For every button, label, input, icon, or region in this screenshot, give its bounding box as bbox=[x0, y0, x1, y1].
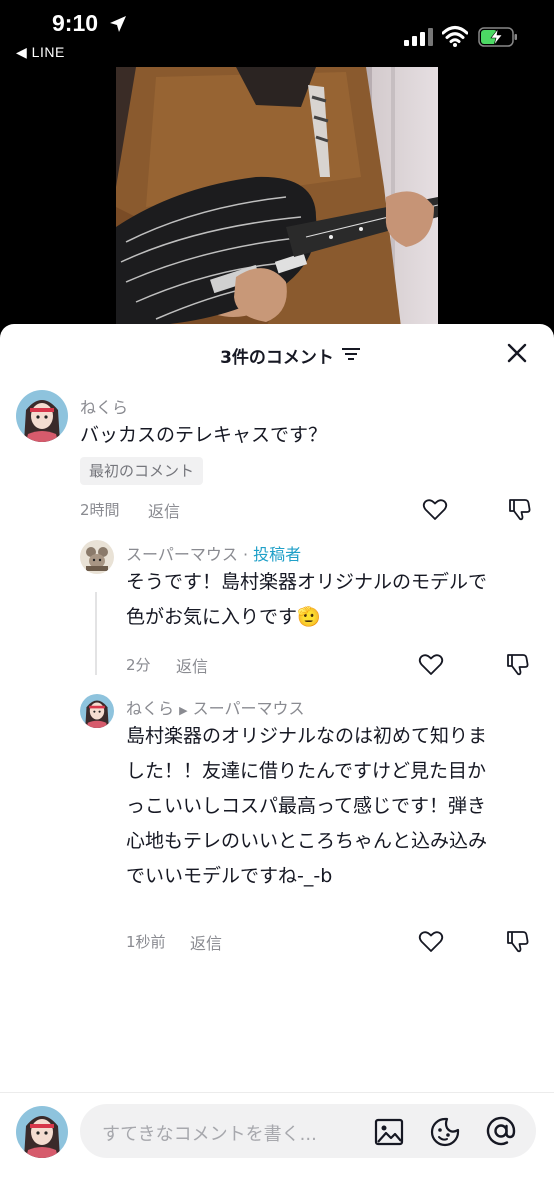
comment-text-line: 島村楽器のオリジナルなのは初めて知りま bbox=[126, 725, 488, 747]
reply-arrow-icon: ▶ bbox=[179, 704, 188, 717]
close-icon[interactable] bbox=[506, 342, 528, 364]
reply-button[interactable]: 返信 bbox=[176, 653, 208, 677]
comment-username[interactable]: ねくら bbox=[126, 699, 174, 718]
comment-username-line: スーパーマウス · 投稿者 bbox=[126, 541, 301, 565]
comment-text-line: 色がお気に入りです🫡 bbox=[126, 606, 321, 628]
reply-to-username[interactable]: スーパーマウス bbox=[193, 699, 305, 718]
back-to-line-link[interactable]: ◀ LINE bbox=[16, 44, 65, 61]
name-separator: · bbox=[242, 545, 249, 564]
reply-button[interactable]: 返信 bbox=[190, 930, 222, 954]
image-icon[interactable] bbox=[374, 1117, 404, 1147]
comment-timestamp: 2分 bbox=[126, 656, 151, 674]
comment-input[interactable]: すてきなコメントを書く... bbox=[80, 1104, 536, 1158]
comment-text: 島村楽器のオリジナルなのは初めて知りま した！！友達に借りたんですけど見た目か … bbox=[126, 719, 536, 894]
comment-text-line: っこいいしコスパ最高って感じです！弾き bbox=[126, 795, 487, 817]
avatar[interactable] bbox=[80, 694, 114, 728]
status-time: 9:10 bbox=[52, 10, 99, 36]
comment-timestamp: 2時間 bbox=[80, 501, 120, 519]
first-comment-badge: 最初のコメント bbox=[80, 457, 204, 485]
battery-charging-icon bbox=[478, 27, 517, 47]
my-avatar[interactable] bbox=[16, 1106, 68, 1158]
comments-count-title: 3件のコメント bbox=[220, 348, 334, 368]
comment-text-line: 心地もテレのいいところちゃんと込み込み bbox=[126, 830, 488, 852]
comment-text-line: でいいモデルですね-_-b bbox=[126, 865, 333, 887]
signal-icon bbox=[404, 28, 433, 46]
emoji-icon[interactable] bbox=[429, 1116, 461, 1148]
heart-icon[interactable] bbox=[418, 930, 444, 954]
comment-timestamp: 1秒前 bbox=[126, 933, 166, 951]
heart-icon[interactable] bbox=[422, 498, 448, 522]
avatar[interactable] bbox=[80, 540, 114, 574]
heart-icon[interactable] bbox=[418, 653, 444, 677]
dislike-icon[interactable] bbox=[506, 496, 532, 522]
comment-text-line: そうです！島村楽器オリジナルのモデルで bbox=[126, 571, 488, 593]
dislike-icon[interactable] bbox=[504, 928, 530, 954]
comment-input-placeholder: すてきなコメントを書く... bbox=[102, 1124, 317, 1145]
dislike-icon[interactable] bbox=[504, 651, 530, 677]
status-bar: 9:10 ◀ LINE bbox=[0, 0, 554, 66]
comment-username-line: ねくら ▶ スーパーマウス bbox=[126, 695, 305, 719]
wifi-icon bbox=[442, 26, 468, 47]
video-thumbnail[interactable] bbox=[116, 67, 438, 327]
comment-text-line: した！！友達に借りたんですけど見た目か bbox=[126, 760, 487, 782]
location-arrow-icon bbox=[110, 16, 126, 32]
thread-line bbox=[95, 592, 97, 675]
sort-icon[interactable] bbox=[342, 346, 360, 362]
reply-button[interactable]: 返信 bbox=[148, 498, 180, 522]
author-tag: 投稿者 bbox=[253, 545, 302, 564]
comment-username[interactable]: ねくら bbox=[80, 394, 128, 418]
input-divider bbox=[0, 1092, 554, 1093]
comment-text: そうです！島村楽器オリジナルのモデルで 色がお気に入りです🫡 bbox=[126, 565, 536, 635]
comment-username[interactable]: スーパーマウス bbox=[126, 545, 238, 564]
avatar[interactable] bbox=[16, 390, 68, 442]
comments-sheet: 3件のコメント ねくら バッカスのテレキャスです？ 最初のコメント 2時間 返信 bbox=[0, 324, 554, 1200]
comment-text: バッカスのテレキャスです？ bbox=[80, 424, 328, 446]
mention-icon[interactable] bbox=[485, 1115, 517, 1147]
